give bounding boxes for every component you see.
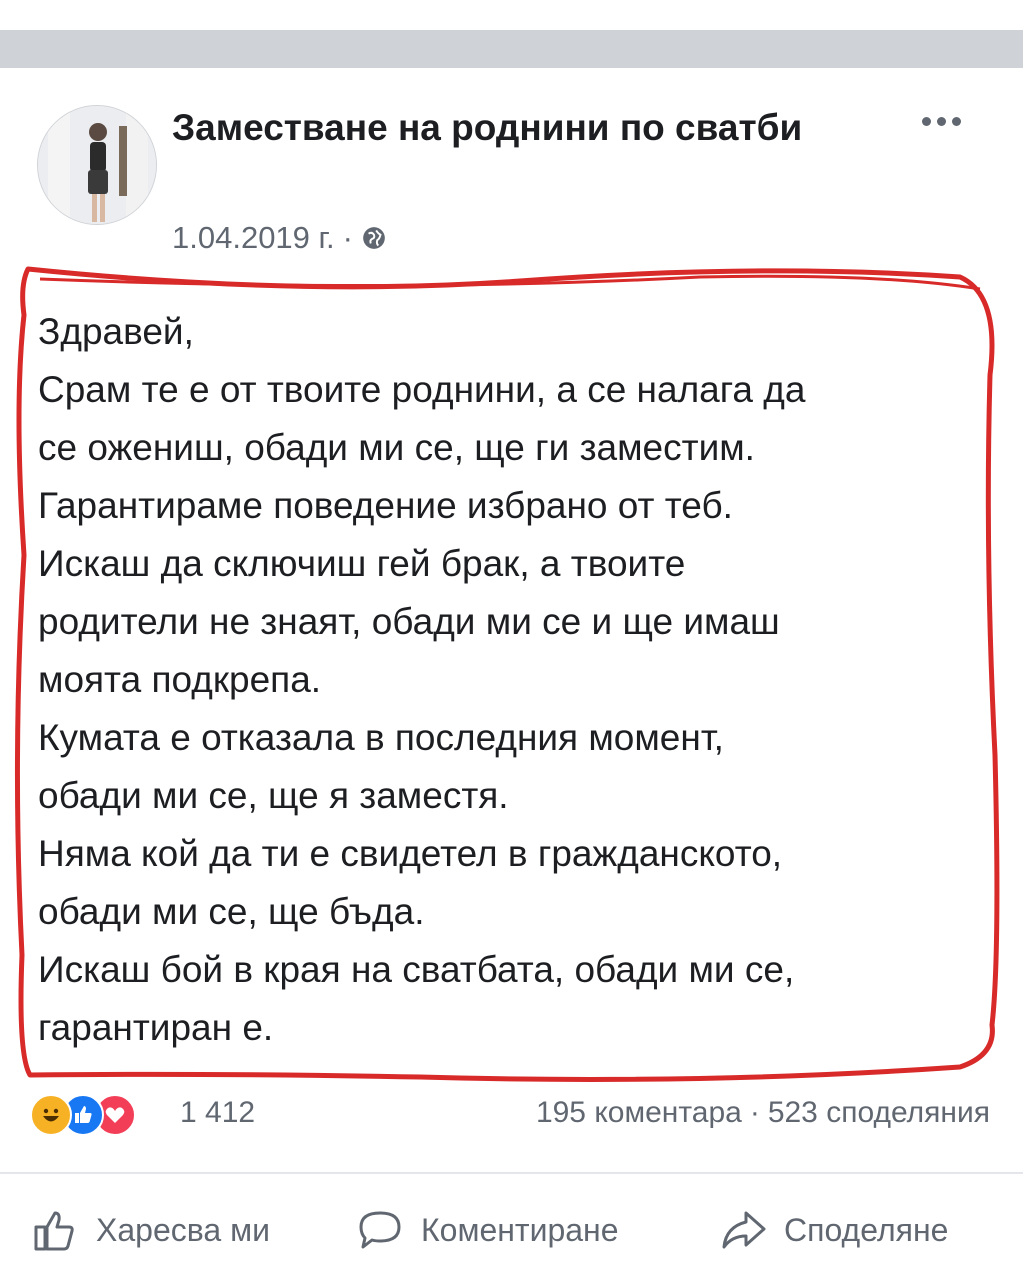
like-button[interactable]: Харесва ми [30,1205,270,1255]
like-label: Харесва ми [96,1211,270,1248]
globe-icon [363,227,385,249]
share-icon [722,1211,766,1249]
post-line: Искаш бой в края на сватбата, обади ми с… [38,949,795,990]
dot-icon [936,116,946,126]
post-line: Гарантираме поведение избрано от теб. [38,485,733,526]
share-button[interactable]: Споделяне [718,1205,948,1255]
post-line: обади ми се, ще я заместя. [38,775,509,816]
thumbs-up-icon [34,1211,74,1251]
post-line: моята подкрепа. [38,659,322,700]
avatar-photo [38,106,156,224]
avatar[interactable] [37,105,157,225]
comment-button[interactable]: Коментиране [355,1205,619,1255]
post-date[interactable]: 1.04.2019 г. [172,220,335,256]
post-line: Здравей, [38,311,194,352]
comments-shares: 195 коментара · 523 споделяния [536,1096,990,1130]
post-line: се ожениш, обади ми се, ще ги заместим. [38,427,755,468]
action-divider [0,1172,1023,1174]
dot-icon [921,116,931,126]
post-line: гарантиран е. [38,1007,274,1048]
post-line: Няма кой да ти е свидетел в гражданското… [38,833,783,874]
top-strip [0,0,1023,28]
feed-divider [0,30,1023,68]
post-line: Кумата е отказала в последния момент, [38,717,724,758]
meta-separator: · [342,220,353,255]
comments-count[interactable]: 195 коментара [536,1096,742,1130]
post-line: родители не знаят, обади ми се и ще имаш [38,601,780,642]
post-line: Искаш да сключиш гей брак, а твоите [38,543,686,584]
action-bar: Харесва ми Коментиране Споделяне [0,1195,1023,1275]
dot-separator: · [749,1096,760,1129]
post-text: Здравей, Срам те е от твоите роднини, а … [38,303,993,1057]
page-title[interactable]: Заместване на роднини по сватби [172,100,812,156]
share-label: Споделяне [784,1211,949,1248]
post-line: обади ми се, ще бъда. [38,891,425,932]
haha-icon [30,1094,72,1136]
reaction-icons [30,1094,136,1136]
reactions-summary[interactable]: 1 412 195 коментара · 523 споделяния [30,1092,990,1138]
reaction-count[interactable]: 1 412 [180,1096,255,1130]
comment-label: Коментиране [421,1211,619,1248]
dot-icon [951,116,961,126]
comment-icon [359,1211,401,1249]
more-options-button[interactable] [912,106,970,136]
shares-count[interactable]: 523 споделяния [768,1096,990,1130]
post-line: Срам те е от твоите роднини, а се налага… [38,369,806,410]
post-meta: 1.04.2019 г. · [172,220,387,256]
